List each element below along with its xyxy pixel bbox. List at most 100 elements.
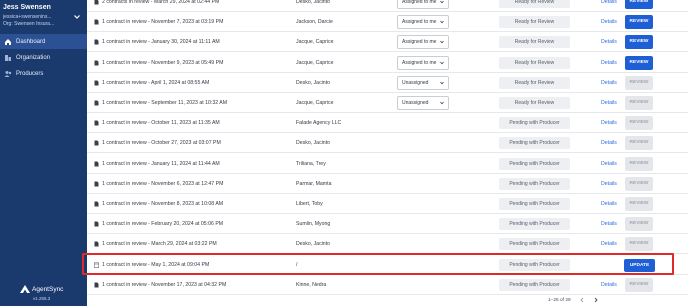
table-row: 1 contract in review - October 27, 2023 … (87, 133, 688, 154)
table-row: 1 contract in review - November 6, 2023 … (87, 174, 688, 194)
producers-icon (4, 70, 12, 78)
pagination-range: 1–25 of 29 (548, 297, 571, 303)
sidebar: Jess Swensen jessica+swensenins... Org: … (0, 0, 87, 306)
contract-title: 1 contract in review - April 1, 2024 at … (102, 79, 210, 86)
chevron-down-icon (440, 81, 444, 85)
user-menu[interactable]: Jess Swensen jessica+swensenins... Org: … (3, 3, 85, 28)
details-link[interactable]: Details (601, 39, 617, 45)
status-badge: Ready for Review (499, 56, 570, 69)
review-button[interactable]: REVIEW (625, 116, 653, 131)
details-link[interactable]: Details (601, 0, 617, 5)
details-link[interactable]: Details (601, 80, 617, 86)
producer-name: Jackson, Darcie (296, 19, 333, 26)
user-org: Org: Swensen Insura... (3, 21, 55, 27)
status-badge: Pending with Producer (499, 117, 570, 130)
details-link[interactable]: Details (601, 241, 617, 247)
chevron-right-icon[interactable] (593, 297, 599, 303)
chevron-down-icon (440, 101, 444, 105)
details-link[interactable]: Details (601, 60, 617, 66)
review-button[interactable]: REVIEW (625, 136, 653, 151)
producer-name: Desko, Jacinto (296, 140, 331, 147)
contract-icon (94, 221, 99, 227)
chevron-down-icon (440, 20, 444, 24)
review-button[interactable]: REVIEW (625, 197, 653, 211)
contract-title: 1 contract in review - October 11, 2023 … (102, 120, 220, 127)
assignment-select[interactable]: Assigned to me (397, 15, 449, 30)
contract-icon (94, 161, 99, 167)
details-link[interactable]: Details (601, 201, 617, 207)
review-button[interactable]: REVIEW (625, 0, 653, 9)
details-link[interactable]: Details (601, 100, 617, 106)
status-badge: Pending with Producer (499, 218, 570, 231)
producer-name: Desko, Jacinto (296, 79, 331, 86)
chevron-down-icon[interactable] (73, 13, 81, 21)
producer-name: Triliana, Trey (296, 160, 326, 167)
agentsync-logo-icon (20, 285, 30, 293)
details-link[interactable]: Details (601, 19, 617, 25)
details-link[interactable]: Details (601, 221, 617, 227)
review-button[interactable]: REVIEW (625, 237, 653, 252)
review-button[interactable]: REVIEW (625, 96, 653, 110)
sidebar-item-dashboard[interactable]: Dashboard (0, 34, 87, 49)
producer-name: Desko, Jacinto (296, 241, 331, 248)
producer-name: Parmar, Mamta (296, 180, 332, 187)
status-badge: Pending with Producer (499, 137, 570, 150)
review-button[interactable]: REVIEW (625, 277, 653, 292)
table-row: 1 contract in review - September 11, 202… (87, 93, 688, 113)
table-row: 1 contract in review - November 17, 2023… (87, 275, 688, 295)
assignment-select[interactable]: Assigned to me (397, 55, 449, 70)
review-button[interactable]: REVIEW (625, 15, 653, 30)
assignment-select[interactable]: Unassigned (397, 96, 449, 110)
table-row: 1 contract in review - October 11, 2023 … (87, 113, 688, 134)
review-button[interactable]: REVIEW (625, 75, 653, 90)
highlight-box (82, 253, 674, 275)
contract-icon (94, 0, 99, 5)
brand-logo: AgentSync (20, 285, 63, 293)
review-button[interactable]: REVIEW (625, 217, 653, 232)
contract-title: 1 contract in review - January 11, 2024 … (102, 160, 220, 167)
status-badge: Ready for Review (499, 36, 570, 49)
contract-icon (94, 181, 99, 187)
chevron-left-icon[interactable] (579, 297, 585, 303)
home-icon (4, 38, 12, 46)
pagination: 1–25 of 29 (548, 297, 599, 303)
review-button[interactable]: REVIEW (625, 35, 653, 50)
contract-icon (94, 282, 99, 288)
details-link[interactable]: Details (601, 282, 617, 288)
assignment-select[interactable]: Assigned to me (397, 35, 449, 50)
assignment-value: Unassigned (402, 79, 429, 86)
organization-icon (4, 54, 12, 62)
chevron-down-icon (440, 61, 444, 64)
sidebar-item-producers[interactable]: Producers (0, 66, 87, 81)
assignment-select[interactable]: Unassigned (397, 75, 449, 90)
contract-title: 1 contract in review - November 6, 2023 … (102, 180, 224, 187)
sidebar-item-label: Dashboard (16, 38, 46, 45)
table-row: 1 contract in review - November 7, 2023 … (87, 12, 688, 33)
status-badge: Ready for Review (499, 76, 570, 89)
assignment-value: Unassigned (402, 100, 429, 106)
contract-title: 1 contract in review - February 20, 2024… (102, 221, 224, 228)
status-badge: Ready for Review (499, 16, 570, 29)
contract-title: 1 contract in review - March 29, 2024 at… (102, 241, 217, 248)
review-button[interactable]: REVIEW (625, 55, 653, 70)
sidebar-item-organization[interactable]: Organization (0, 50, 87, 65)
details-link[interactable]: Details (601, 120, 617, 126)
details-link[interactable]: Details (601, 181, 617, 187)
version-label: v1.255.3 (33, 296, 51, 301)
chevron-down-icon (440, 41, 444, 44)
contract-title: 1 contract in review - September 11, 202… (102, 100, 228, 106)
chevron-down-icon (440, 0, 444, 4)
review-button[interactable]: REVIEW (625, 156, 653, 171)
review-button[interactable]: REVIEW (625, 176, 653, 191)
assignment-select[interactable]: Assigned to me (397, 0, 449, 9)
contract-icon (94, 60, 99, 66)
user-email: jessica+swensenins... (3, 14, 52, 20)
producer-name: Jacque, Caprice (296, 39, 334, 46)
table-row: 1 contract in review - November 9, 2023 … (87, 53, 688, 73)
contract-icon (94, 120, 99, 126)
table-row: 1 contract in review - February 20, 2024… (87, 214, 688, 235)
table-row: 2 contracts in review - March 29, 2024 a… (87, 0, 688, 12)
details-link[interactable]: Details (601, 161, 617, 167)
details-link[interactable]: Details (601, 140, 617, 146)
contract-icon (94, 100, 99, 106)
